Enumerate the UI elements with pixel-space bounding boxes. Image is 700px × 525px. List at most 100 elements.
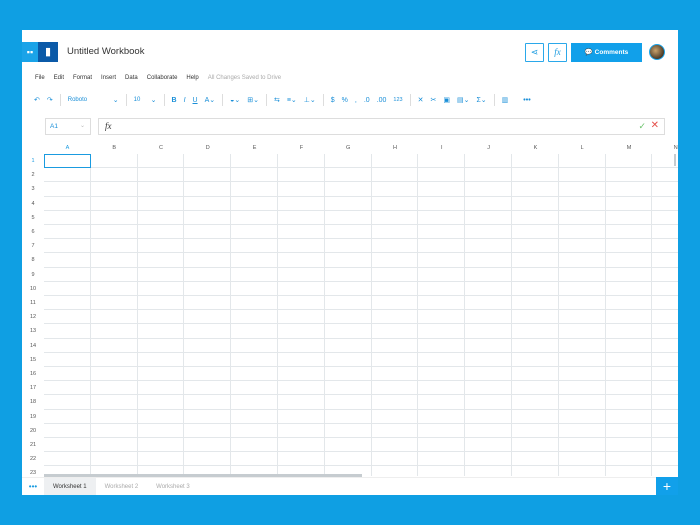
cell-J9[interactable] — [465, 267, 512, 282]
cell-J19[interactable] — [465, 409, 512, 424]
cell-F15[interactable] — [278, 352, 325, 367]
cell-E2[interactable] — [231, 168, 278, 183]
sheet-tab[interactable]: Worksheet 2 — [96, 478, 148, 496]
cell-E15[interactable] — [231, 352, 278, 367]
column-header[interactable]: E — [231, 143, 278, 154]
cell-H5[interactable] — [371, 210, 419, 225]
text-color-icon[interactable]: A⌄ — [205, 96, 216, 104]
cell-K3[interactable] — [512, 182, 559, 197]
column-header[interactable]: J — [465, 143, 512, 154]
cell-E8[interactable] — [231, 253, 278, 268]
column-header[interactable]: N — [652, 143, 678, 154]
cell-M19[interactable] — [605, 409, 653, 424]
cell-H20[interactable] — [371, 423, 419, 438]
cell-I16[interactable] — [418, 367, 466, 382]
undo-icon[interactable]: ↶ — [34, 96, 40, 104]
cell-I1[interactable] — [418, 154, 466, 169]
cell-F6[interactable] — [278, 225, 325, 240]
cell-M4[interactable] — [605, 196, 653, 211]
cell-B11[interactable] — [90, 296, 138, 311]
number-format-select[interactable]: 123 — [393, 97, 402, 103]
cell-L6[interactable] — [558, 225, 606, 240]
cell-G4[interactable] — [324, 196, 372, 211]
copy-icon[interactable]: ▣ — [443, 96, 450, 104]
row-header[interactable]: 3 — [22, 182, 44, 196]
row-header[interactable]: 9 — [22, 268, 44, 282]
cell-J16[interactable] — [465, 367, 512, 382]
cell-H11[interactable] — [371, 296, 419, 311]
cell-J2[interactable] — [465, 168, 512, 183]
cell-G20[interactable] — [324, 423, 372, 438]
cell-K2[interactable] — [512, 168, 559, 183]
fill-color-icon[interactable]: ◒⌄ — [230, 96, 240, 104]
selected-cell[interactable] — [44, 154, 91, 169]
column-header[interactable]: K — [512, 143, 559, 154]
cell-G19[interactable] — [324, 409, 372, 424]
paste-icon[interactable]: ▤⌄ — [457, 96, 469, 104]
cell-C1[interactable] — [137, 154, 185, 169]
menu-format[interactable]: Format — [73, 75, 92, 81]
cell-I6[interactable] — [418, 225, 466, 240]
cell-M2[interactable] — [605, 168, 653, 183]
cell-M23[interactable] — [606, 466, 653, 476]
cell-L17[interactable] — [558, 381, 606, 396]
cell-E7[interactable] — [231, 239, 278, 254]
cell-E19[interactable] — [231, 409, 278, 424]
cell-F19[interactable] — [278, 409, 325, 424]
cell-I15[interactable] — [418, 352, 466, 367]
cell-D6[interactable] — [184, 225, 232, 240]
row-header[interactable]: 15 — [22, 353, 44, 367]
cell-L9[interactable] — [558, 267, 606, 282]
decrease-decimal-icon[interactable]: .0 — [364, 97, 370, 104]
cell-C3[interactable] — [137, 182, 185, 197]
chevron-down-icon[interactable]: ⌄ — [151, 96, 157, 104]
cell-C12[interactable] — [137, 310, 185, 325]
cell-D20[interactable] — [184, 423, 232, 438]
cut-icon[interactable]: ✂ — [430, 96, 436, 104]
cell-J18[interactable] — [465, 395, 512, 410]
cell-L20[interactable] — [558, 423, 606, 438]
cell-N17[interactable] — [652, 381, 678, 396]
cell-F13[interactable] — [278, 324, 325, 339]
cell-J3[interactable] — [465, 182, 512, 197]
cell-J15[interactable] — [465, 352, 512, 367]
cell-F5[interactable] — [278, 210, 325, 225]
cell-I8[interactable] — [418, 253, 466, 268]
cancel-icon[interactable]: ✕ — [651, 120, 659, 131]
menu-help[interactable]: Help — [186, 75, 198, 81]
document-title[interactable]: Untitled Workbook — [67, 46, 144, 57]
cell-H8[interactable] — [371, 253, 419, 268]
cell-F16[interactable] — [278, 367, 325, 382]
cell-M10[interactable] — [605, 281, 653, 296]
cell-M11[interactable] — [605, 296, 653, 311]
cell-L19[interactable] — [558, 409, 606, 424]
row-header[interactable]: 7 — [22, 239, 44, 253]
comments-button[interactable]: 💬 Comments — [571, 43, 642, 62]
row-header[interactable]: 19 — [22, 410, 44, 424]
cell-A2[interactable] — [44, 168, 91, 183]
cell-K14[interactable] — [512, 338, 559, 353]
cell-A13[interactable] — [44, 324, 91, 339]
cell-E11[interactable] — [231, 296, 278, 311]
cell-N2[interactable] — [652, 168, 678, 183]
row-header[interactable]: 22 — [22, 452, 44, 466]
cell-L4[interactable] — [558, 196, 606, 211]
cell-L8[interactable] — [558, 253, 606, 268]
cell-I11[interactable] — [418, 296, 466, 311]
cell-G18[interactable] — [324, 395, 372, 410]
cell-I10[interactable] — [418, 281, 466, 296]
cell-I20[interactable] — [418, 423, 466, 438]
cell-H23[interactable] — [372, 466, 419, 476]
cell-N21[interactable] — [652, 438, 678, 453]
cell-D13[interactable] — [184, 324, 232, 339]
row-header[interactable]: 1 — [22, 154, 44, 168]
cell-M12[interactable] — [605, 310, 653, 325]
cell-D3[interactable] — [184, 182, 232, 197]
cell-B21[interactable] — [90, 438, 138, 453]
sheet-grid[interactable]: A B C D E F G H I J K L M N 1 2 3 4 5 6 7 8 9 10 11 12 13 14 15 16 17 1… — [22, 143, 678, 476]
column-header[interactable]: I — [418, 143, 465, 154]
cell-M9[interactable] — [605, 267, 653, 282]
row-header[interactable]: 13 — [22, 324, 44, 338]
cell-B16[interactable] — [90, 367, 138, 382]
redo-icon[interactable]: ↷ — [47, 96, 53, 104]
